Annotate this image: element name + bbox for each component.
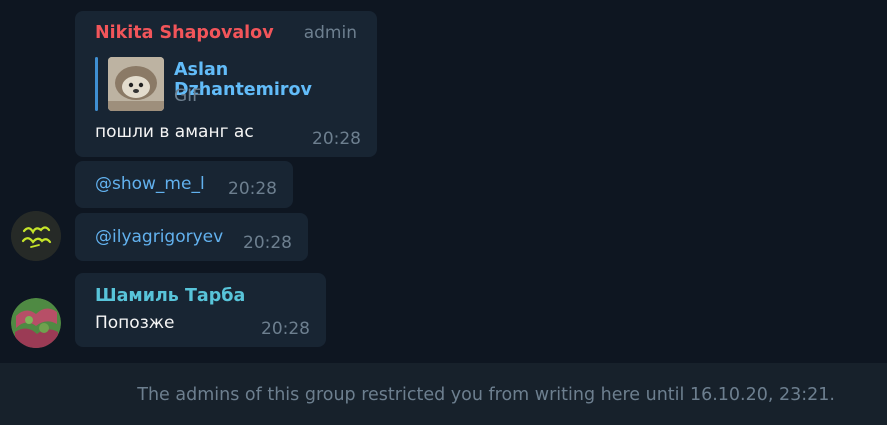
message-time: 20:28	[243, 233, 292, 253]
sender-avatar[interactable]	[11, 298, 61, 348]
reply-bar	[95, 57, 98, 111]
restriction-notice: The admins of this group restricted you …	[137, 385, 835, 405]
photo-avatar-icon	[11, 298, 61, 348]
admin-badge: admin	[303, 23, 357, 43]
sender-name[interactable]: Шамиль Тарба	[95, 286, 245, 306]
logo-icon	[11, 211, 61, 261]
message-text: пошли в аманг ас	[95, 122, 254, 142]
message-bubble[interactable]: @ilyagrigoryev 20:28	[75, 213, 308, 261]
message-bubble[interactable]: Nikita Shapovalov admin Aslan Dzhantemir…	[75, 11, 377, 157]
message-time: 20:28	[228, 179, 277, 199]
restriction-footer: The admins of this group restricted you …	[0, 363, 887, 425]
reply-preview[interactable]: Aslan Dzhantemirov GIF	[95, 57, 365, 111]
gif-thumbnail	[108, 57, 164, 111]
sender-name[interactable]: Nikita Shapovalov	[95, 23, 274, 43]
mention-link[interactable]: @ilyagrigoryev	[95, 227, 223, 247]
message-text: Попозже	[95, 313, 175, 333]
message-bubble[interactable]: @show_me_l 20:28	[75, 161, 293, 208]
reply-type: GIF	[174, 86, 202, 106]
message-bubble[interactable]: Шамиль Тарба Попозже 20:28	[75, 273, 326, 347]
sender-avatar[interactable]	[11, 211, 61, 261]
reply-author: Aslan Dzhantemirov	[174, 60, 312, 100]
message-time: 20:28	[312, 129, 361, 149]
chat-history: Nikita Shapovalov admin Aslan Dzhantemir…	[0, 0, 887, 363]
mention-link[interactable]: @show_me_l	[95, 174, 205, 194]
message-time: 20:28	[261, 319, 310, 339]
